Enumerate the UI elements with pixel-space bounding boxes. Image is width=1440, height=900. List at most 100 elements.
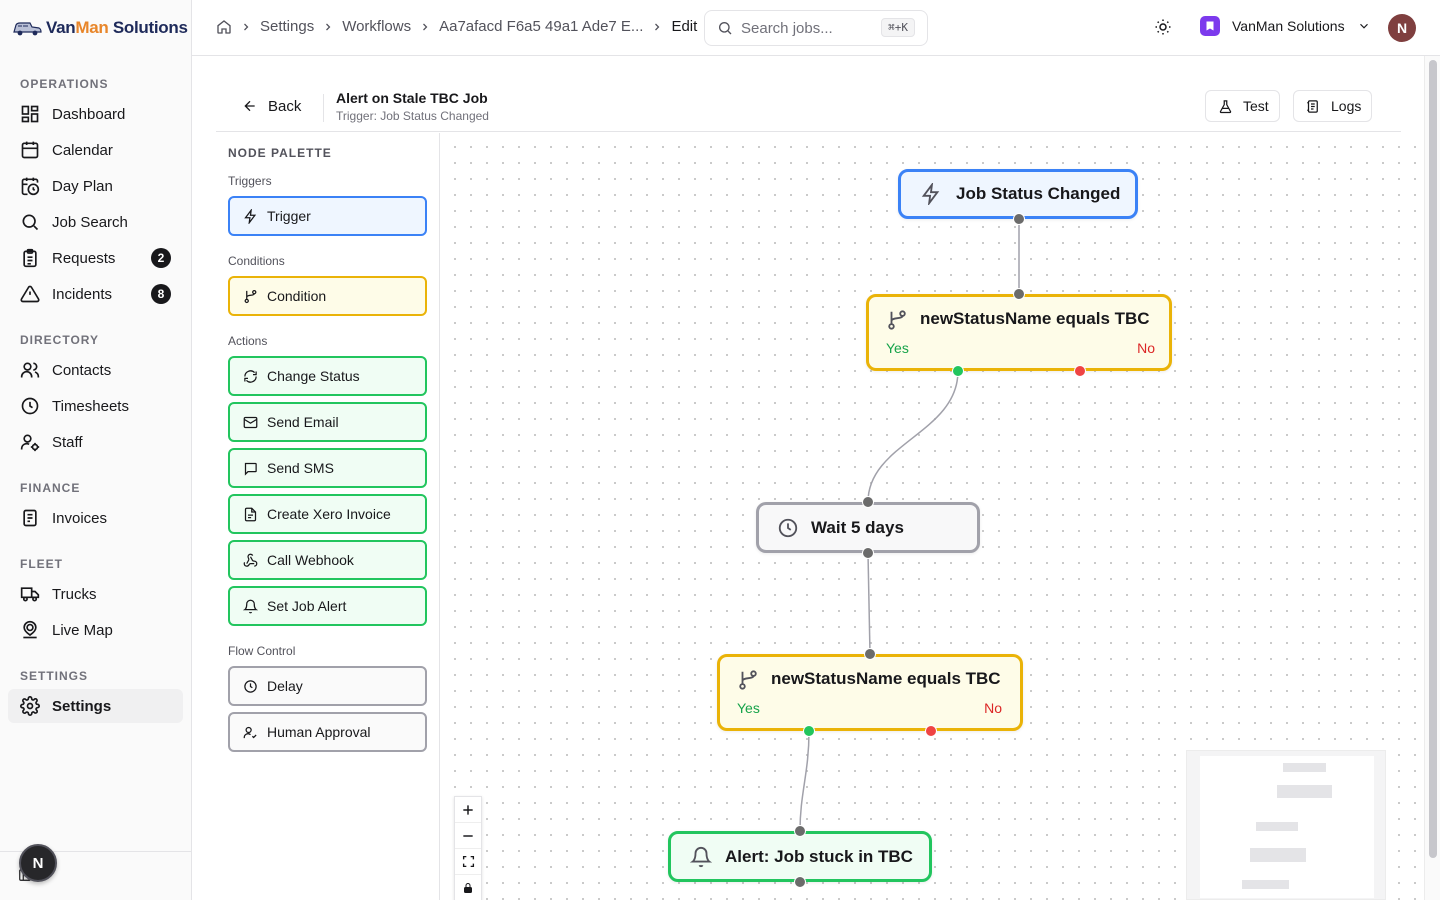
handle-condition-1-in[interactable]: [1013, 288, 1025, 300]
sidebar-item-settings[interactable]: Settings: [8, 689, 183, 723]
breadcrumb-workflow-id[interactable]: Aa7afacd F6a5 49a1 Ade7 E...: [439, 18, 643, 35]
palette-item-condition[interactable]: Condition: [228, 276, 427, 316]
handle-condition-1-yes[interactable]: [952, 365, 964, 377]
lightning-icon: [920, 183, 942, 205]
sidebar-item-staff[interactable]: Staff: [8, 425, 183, 459]
sidebar-item-label: Job Search: [52, 213, 128, 231]
edge-wait-condition2: [867, 552, 871, 655]
search-icon: [20, 212, 40, 232]
handle-trigger-out[interactable]: [1013, 213, 1025, 225]
handle-wait-out[interactable]: [862, 547, 874, 559]
org-logo-icon: [1200, 16, 1220, 36]
section-operations: OPERATIONS: [20, 77, 109, 91]
sidebar-item-incidents[interactable]: Incidents 8: [8, 277, 183, 311]
handle-alert-in[interactable]: [794, 825, 806, 837]
breadcrumb-workflows[interactable]: Workflows: [342, 18, 411, 35]
search-shortcut: ⌘+K: [881, 18, 915, 37]
zoom-out-button[interactable]: [455, 823, 481, 849]
sidebar-item-timesheets[interactable]: Timesheets: [8, 389, 183, 423]
sidebar-item-requests[interactable]: Requests 2: [8, 241, 183, 275]
palette-item-send-sms[interactable]: Send SMS: [228, 448, 427, 488]
sidebar-item-contacts[interactable]: Contacts: [8, 353, 183, 387]
minus-icon: [461, 829, 475, 843]
brand-name-part1: Van: [46, 18, 76, 37]
lock-button[interactable]: [455, 875, 481, 900]
breadcrumb-settings[interactable]: Settings: [260, 18, 314, 35]
palette-item-trigger[interactable]: Trigger: [228, 196, 427, 236]
user-avatar[interactable]: N: [1388, 14, 1416, 42]
palette-item-label: Delay: [267, 678, 303, 694]
clock-icon: [20, 396, 40, 416]
section-fleet: FLEET: [20, 557, 63, 571]
palette-item-label: Send SMS: [267, 460, 334, 476]
page-scrollbar-thumb[interactable]: [1429, 60, 1437, 858]
palette-item-human-approval[interactable]: Human Approval: [228, 712, 427, 752]
sidebar-item-day-plan[interactable]: Day Plan: [8, 169, 183, 203]
palette-item-label: Human Approval: [267, 724, 371, 740]
chevron-right-icon: [651, 21, 663, 33]
message-icon: [243, 461, 258, 476]
palette-item-set-job-alert[interactable]: Set Job Alert: [228, 586, 427, 626]
sidebar-item-dashboard[interactable]: Dashboard: [8, 97, 183, 131]
palette-item-label: Set Job Alert: [267, 598, 347, 614]
canvas-controls: [454, 796, 482, 900]
node-wait[interactable]: Wait 5 days: [756, 502, 980, 553]
workflow-title: Alert on Stale TBC Job: [336, 90, 488, 106]
sidebar-item-label: Calendar: [52, 141, 113, 159]
gear-icon: [20, 696, 40, 716]
brand-name-part3: Solutions: [108, 18, 188, 37]
home-icon[interactable]: [216, 19, 232, 35]
palette-item-send-email[interactable]: Send Email: [228, 402, 427, 442]
palette-item-call-webhook[interactable]: Call Webhook: [228, 540, 427, 580]
section-directory: DIRECTORY: [20, 333, 100, 347]
sidebar-item-job-search[interactable]: Job Search: [8, 205, 183, 239]
handle-condition-2-in[interactable]: [864, 648, 876, 660]
node-condition-1[interactable]: newStatusName equals TBC Yes No: [866, 294, 1172, 371]
bell-icon: [243, 599, 258, 614]
node-palette: NODE PALETTE Triggers Trigger Conditions…: [216, 133, 440, 900]
palette-item-delay[interactable]: Delay: [228, 666, 427, 706]
sidebar-item-label: Trucks: [52, 585, 97, 603]
minimap[interactable]: [1186, 750, 1386, 900]
clock-icon: [777, 517, 799, 539]
handle-wait-in[interactable]: [862, 496, 874, 508]
calendar-clock-icon: [20, 176, 40, 196]
brand-logo[interactable]: VanMan Solutions: [12, 16, 188, 40]
node-condition-2[interactable]: newStatusName equals TBC Yes No: [717, 654, 1023, 731]
org-switcher[interactable]: VanMan Solutions: [1200, 16, 1371, 36]
handle-condition-2-yes[interactable]: [803, 725, 815, 737]
handle-alert-out[interactable]: [794, 876, 806, 888]
condition-1-yes-label: Yes: [886, 340, 909, 356]
fit-view-button[interactable]: [455, 849, 481, 875]
palette-group-flow-control: Flow Control: [228, 644, 296, 658]
sidebar-item-live-map[interactable]: Live Map: [8, 613, 183, 647]
fit-view-icon: [462, 855, 475, 868]
handle-condition-2-no[interactable]: [925, 725, 937, 737]
sidebar-item-invoices[interactable]: Invoices: [8, 501, 183, 535]
palette-item-change-status[interactable]: Change Status: [228, 356, 427, 396]
edge-condition1-wait: [867, 370, 959, 503]
palette-item-create-xero-invoice[interactable]: Create Xero Invoice: [228, 494, 427, 534]
handle-condition-1-no[interactable]: [1074, 365, 1086, 377]
search-input[interactable]: Search jobs... ⌘+K: [704, 10, 928, 46]
node-trigger[interactable]: Job Status Changed: [898, 169, 1138, 219]
test-label: Test: [1243, 98, 1269, 114]
sidebar-item-label: Staff: [52, 433, 83, 451]
palette-item-label: Condition: [267, 288, 327, 304]
node-alert[interactable]: Alert: Job stuck in TBC: [668, 831, 932, 882]
sun-icon[interactable]: [1154, 18, 1172, 36]
top-header: Settings Workflows Aa7afacd F6a5 49a1 Ad…: [192, 0, 1440, 56]
sidebar-item-trucks[interactable]: Trucks: [8, 577, 183, 611]
breadcrumb-edit: Edit: [671, 18, 698, 35]
test-button[interactable]: Test: [1205, 90, 1280, 122]
back-button[interactable]: Back: [228, 88, 315, 124]
arrow-left-icon: [242, 98, 258, 114]
lightning-icon: [243, 208, 258, 224]
user-avatar-floating[interactable]: N: [19, 844, 57, 882]
sidebar-item-calendar[interactable]: Calendar: [8, 133, 183, 167]
logs-button[interactable]: Logs: [1293, 90, 1373, 122]
sidebar: VanMan Solutions OPERATIONS Dashboard Ca…: [0, 0, 192, 900]
zoom-in-button[interactable]: [455, 797, 481, 823]
workflow-canvas[interactable]: Job Status Changed newStatusName equals …: [441, 133, 1424, 900]
sidebar-item-label: Timesheets: [52, 397, 129, 415]
